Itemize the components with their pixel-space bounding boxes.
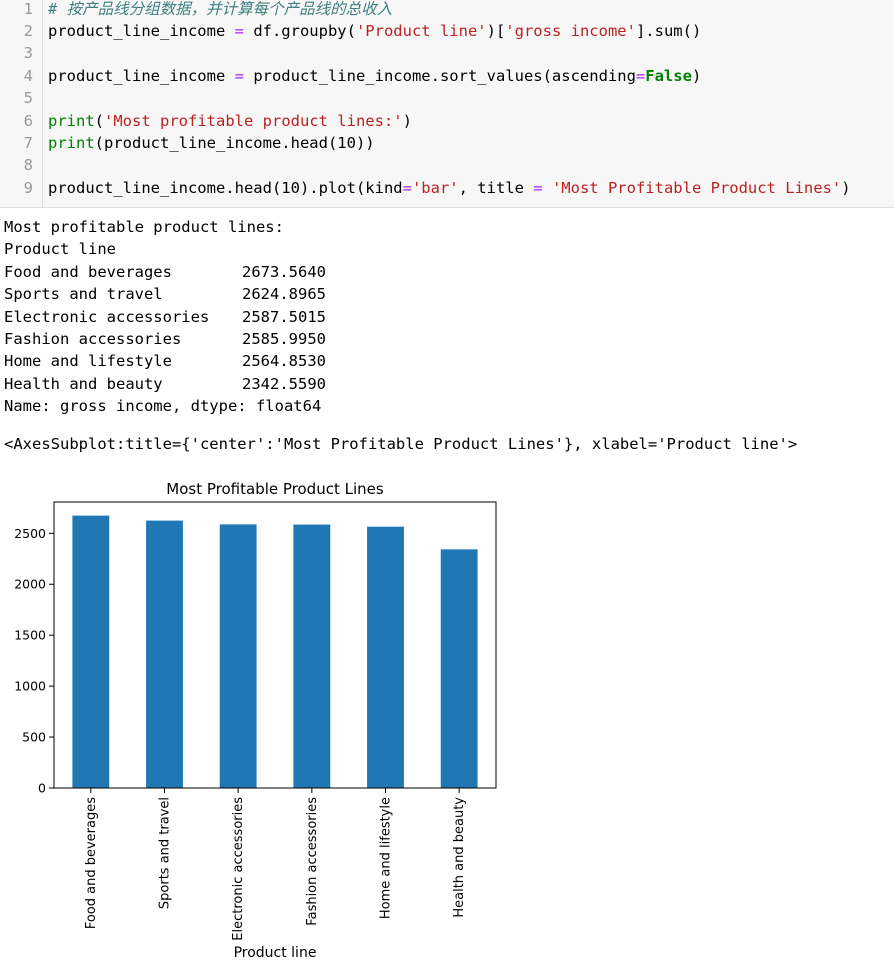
code-token: ( [94, 111, 105, 130]
code-token: ) [402, 111, 412, 130]
code-token: 'Most profitable product lines:' [104, 111, 403, 130]
code-token: = [533, 178, 543, 197]
bar [219, 524, 257, 788]
y-tick-label: 2500 [14, 526, 46, 541]
code-token: (product_line_income.head(10)) [94, 133, 375, 152]
x-axis-label: Product line [234, 945, 317, 961]
bar [72, 515, 110, 788]
code-token: False [645, 66, 692, 85]
output-header: Most profitable product lines: [4, 218, 284, 236]
x-tick-label: Home and lifestyle [379, 797, 394, 919]
bar [293, 524, 331, 788]
code-token: = [402, 178, 412, 197]
code-token: = [234, 21, 244, 40]
output-row-value: 2673.5640 [242, 262, 326, 281]
plot-frame [53, 501, 497, 789]
line-number: 8 [23, 156, 33, 175]
output-row-value: 2587.5015 [242, 307, 326, 326]
x-tick-label: Health and beauty [452, 797, 467, 918]
code-token: ) [691, 66, 702, 85]
bar-chart-svg: 0 500 1000 1500 2000 2500 Food and beverages S… [14, 480, 497, 961]
y-tick-label: 1500 [14, 628, 46, 643]
code-token: )[ [486, 21, 506, 40]
output-row-label: Food and beverages [4, 262, 172, 281]
x-tick-label: Food and beverages [84, 797, 99, 929]
code-token: 'Most Profitable Product Lines' [551, 178, 842, 197]
code-text: product_line_income = product_line_incom… [48, 65, 701, 87]
code-token: 'bar' [411, 178, 459, 197]
output-row-label: Electronic accessories [4, 307, 210, 326]
line-number: 5 [23, 89, 33, 108]
code-token: # 按产品线分组数据，并计算每个产品线的总收入 [48, 0, 393, 18]
x-tick-label: Sports and travel [158, 797, 173, 909]
bar [367, 526, 404, 788]
line-number: 7 [23, 133, 33, 152]
line-number: 6 [23, 111, 33, 130]
output-row-value: 2624.8965 [242, 285, 326, 304]
code-token: product_line_income [48, 21, 235, 40]
axes-repr-output: <AxesSubplot:title={'center':'Most Profi… [4, 435, 798, 453]
code-token: print [48, 133, 95, 152]
code-token: df.groupby( [243, 21, 356, 40]
output-row-label: Fashion accessories [4, 330, 182, 348]
y-tick-label: 1000 [14, 679, 46, 694]
code-token: ].sum() [635, 21, 702, 40]
x-tick-label: Fashion accessories [305, 797, 320, 926]
code-cell[interactable]: 1 # 按产品线分组数据，并计算每个产品线的总收入 2 product_line_in… [0, 0, 894, 208]
output-row-value: 2564.8530 [242, 352, 326, 371]
code-text: # 按产品线分组数据，并计算每个产品线的总收入 [48, 0, 392, 20]
code-token: product_line_income [48, 66, 235, 85]
line-number: 1 [23, 0, 33, 18]
code-text: print('Most profitable product lines:') [48, 110, 412, 132]
code-token: product_line_income.head(10).plot(kind [48, 178, 403, 197]
y-tick-label: 0 [38, 781, 46, 796]
code-token: product_line_income.sort_values(ascendin… [243, 66, 636, 85]
y-tick-label: 500 [22, 730, 46, 745]
code-token: 'Product line' [355, 21, 487, 40]
output-row-value: 2342.5590 [242, 374, 326, 393]
code-text: product_line_income = df.groupby('Produc… [48, 20, 701, 42]
line-number: 3 [23, 44, 33, 63]
bar [146, 520, 183, 788]
y-tick-label: 2000 [14, 577, 46, 592]
output-row-label: Health and beauty [4, 374, 163, 393]
code-token: = [234, 66, 244, 85]
line-number: 9 [23, 178, 33, 197]
line-number: 2 [23, 21, 33, 40]
output-index-name: Product line [4, 240, 116, 259]
output-row-label: Sports and travel [4, 285, 163, 304]
bar-chart: 0 500 1000 1500 2000 2500 Food and beverages S… [0, 470, 894, 961]
code-text: print(product_line_income.head(10)) [48, 132, 375, 154]
output-row-label: Home and lifestyle [4, 352, 172, 371]
code-token: ) [841, 178, 851, 197]
code-token: = [635, 66, 646, 85]
code-token: print [48, 111, 95, 130]
code-token: 'gross income' [505, 21, 636, 40]
chart-title: Most Profitable Product Lines [166, 480, 384, 498]
code-token: , title [458, 178, 534, 197]
gutter-divider [42, 0, 43, 207]
line-number: 4 [23, 66, 33, 85]
bar [440, 549, 478, 788]
output-footer: Name: gross income, dtype: float64 [4, 397, 322, 415]
code-text: product_line_income.head(10).plot(kind='… [48, 177, 851, 199]
x-tick-label: Electronic accessories [231, 797, 246, 941]
output-row-value: 2585.9950 [242, 330, 326, 348]
